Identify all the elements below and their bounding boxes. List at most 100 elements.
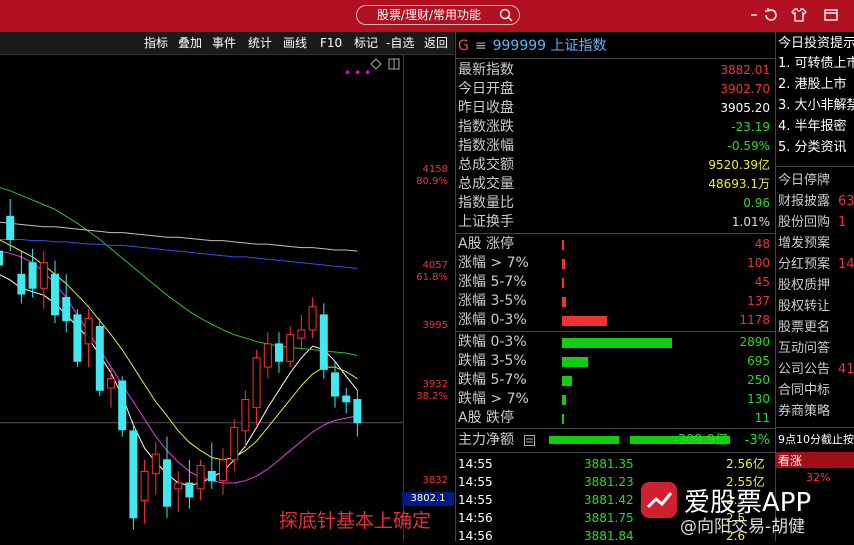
tips-category-item[interactable]: 公司公告 — [778, 361, 830, 379]
net-flow-pct: -3% — [744, 433, 770, 448]
candle-body — [308, 306, 317, 331]
breadth-value: 695 — [747, 354, 770, 368]
candlestick-chart[interactable] — [0, 54, 404, 541]
stat-row: 指数涨幅 -0.59% — [458, 137, 770, 156]
breadth-label: A股 涨停 — [458, 236, 515, 252]
candle-body — [17, 273, 26, 295]
breadth-row: 涨幅 > 7% 100 — [458, 254, 770, 273]
stat-value: 3902.70 — [720, 82, 770, 96]
minimize-icon[interactable] — [745, 6, 763, 24]
candle-body — [73, 314, 82, 362]
breadth-bar — [562, 278, 564, 288]
tick-time: 14:56 — [458, 511, 493, 525]
stat-value: -0.59% — [727, 139, 770, 153]
candle-body — [140, 470, 149, 501]
stat-row: 总成交量 48693.1万 — [458, 175, 770, 194]
candle-body — [263, 343, 272, 368]
toolbar-mark[interactable]: 标记 — [354, 35, 378, 51]
breadth-value: 45 — [754, 275, 770, 289]
breadth-value: 48 — [754, 237, 770, 251]
y-tick: 61.8% — [416, 272, 448, 283]
breadth-bar — [562, 297, 566, 307]
breadth-row: 跌幅 0-3% 2890 — [458, 333, 770, 352]
stat-value: 48693.1万 — [708, 177, 770, 191]
tips-news-item[interactable]: 5. 分类资讯 — [778, 139, 847, 157]
tips-category-item[interactable]: 股权质押 — [778, 277, 830, 295]
breadth-bar — [562, 395, 566, 405]
toolbar-draw[interactable]: 画线 — [283, 35, 307, 51]
moving-average-line — [0, 239, 358, 461]
tips-news-item[interactable]: 2. 港股上市 — [778, 76, 847, 94]
shirt-icon[interactable] — [790, 6, 808, 24]
stat-value: 9520.39亿 — [708, 158, 770, 172]
tips-category-item[interactable]: 合同中标 — [778, 382, 830, 400]
candle-body — [84, 317, 93, 345]
search-input[interactable]: 股票/理财/常用功能 — [356, 5, 520, 25]
tick-time: 14:55 — [458, 493, 493, 507]
toolbar-overlay[interactable]: 叠加 — [178, 35, 202, 51]
tips-category-count: 14 — [838, 257, 854, 272]
tips-category-item[interactable]: 券商策略 — [778, 403, 830, 421]
candle-body — [107, 378, 115, 389]
candle-body — [163, 459, 171, 507]
group-badge[interactable]: G — [458, 38, 469, 54]
breadth-bar — [562, 376, 572, 386]
tips-category-item[interactable]: 互动问答 — [778, 340, 830, 358]
tips-category-item[interactable]: 股票更名 — [778, 319, 830, 337]
divider — [455, 58, 775, 59]
moving-average-line — [0, 239, 358, 270]
divider — [455, 428, 775, 429]
stat-row: 上证换手 1.01% — [458, 213, 770, 232]
refresh-icon[interactable] — [762, 6, 780, 24]
stat-value: 1.01% — [731, 215, 770, 229]
stat-value: -23.19 — [731, 120, 770, 134]
breadth-row: 跌幅 > 7% 130 — [458, 390, 770, 409]
tips-category-item[interactable]: 股权转让 — [778, 298, 830, 316]
breadth-value: 130 — [747, 392, 770, 406]
panel-toggle-icon[interactable] — [388, 58, 400, 70]
diamond-icon[interactable] — [370, 58, 382, 70]
toolbar-stats[interactable]: 统计 — [248, 35, 272, 51]
tips-category-item[interactable]: 财报披露 — [778, 193, 830, 211]
breadth-row: 涨幅 0-3% 1178 — [458, 311, 770, 330]
candle-body — [95, 325, 104, 391]
search-placeholder: 股票/理财/常用功能 — [376, 8, 482, 22]
stat-label: 指数涨幅 — [458, 138, 514, 154]
tips-category-item[interactable]: 增发预案 — [778, 235, 830, 253]
candle-body — [51, 273, 59, 316]
y-tick: 3995 — [422, 320, 448, 331]
bullish-label: 看涨 — [778, 454, 803, 468]
candle-body — [0, 250, 3, 266]
breadth-label: 跌幅 > 7% — [458, 391, 529, 407]
net-flow-label: 主力净额 — [458, 432, 514, 448]
toolbar-indicator[interactable]: 指标 — [144, 35, 168, 51]
stat-row: 指数量比 0.96 — [458, 194, 770, 213]
search-icon[interactable] — [499, 8, 513, 22]
window-icon[interactable] — [822, 6, 840, 24]
price-axis: 4158 80.9% 4057 61.8% 3995 3932 38.2% 38… — [404, 54, 454, 541]
list-icon[interactable] — [524, 435, 535, 446]
toolbar-events[interactable]: 事件 — [212, 35, 236, 51]
candle-body — [185, 482, 194, 498]
tips-news-item[interactable]: 1. 可转债上市 — [778, 55, 854, 73]
toolbar-watchlist[interactable]: -自选 — [386, 35, 414, 51]
tips-category-item[interactable]: 股份回购 — [778, 214, 830, 232]
breadth-bar — [562, 414, 564, 424]
tick-time: 14:55 — [458, 457, 493, 471]
toolbar-f10[interactable]: F10 — [320, 35, 342, 51]
breadth-row: A股 涨停 48 — [458, 235, 770, 254]
toolbar-back[interactable]: 返回 — [424, 35, 448, 51]
tips-news-item[interactable]: 4. 半年报密 — [778, 118, 847, 136]
breadth-value: 137 — [747, 294, 770, 308]
tips-category-item[interactable]: 今日停牌 — [778, 172, 830, 190]
tips-category-item[interactable]: 分红预案 — [778, 256, 830, 274]
breadth-value: 250 — [747, 373, 770, 387]
stat-value: 0.96 — [743, 196, 770, 210]
stat-value: 3905.20 — [720, 101, 770, 115]
tips-news-item[interactable]: 3. 大小非解禁 — [778, 97, 854, 115]
tick-price: 3881.35 — [584, 457, 634, 471]
menu-icon[interactable]: ≡ — [475, 38, 487, 54]
candle-body — [275, 343, 283, 362]
breadth-bar — [562, 316, 607, 326]
y-tick: 4057 — [422, 260, 448, 271]
